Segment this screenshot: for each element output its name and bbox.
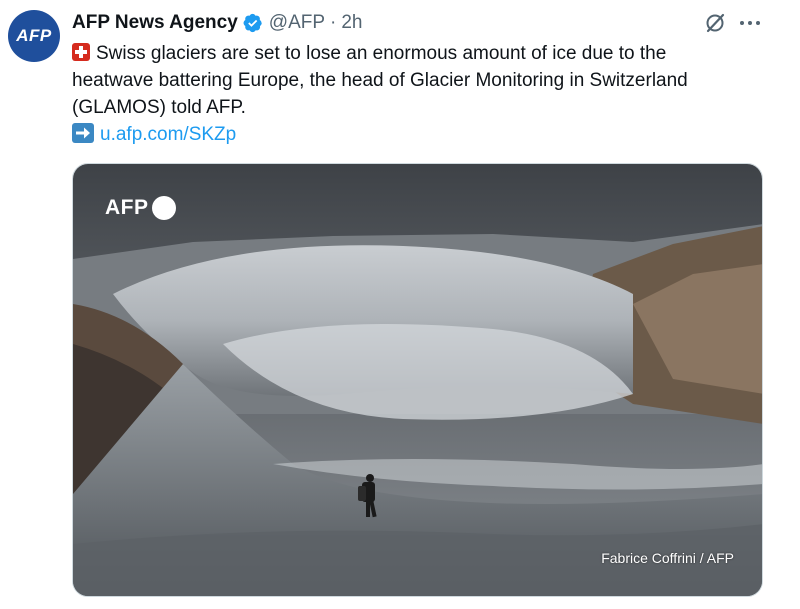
glacier-photo	[73, 164, 762, 596]
watermark-dot-icon	[151, 196, 176, 220]
separator-dot: ·	[330, 12, 337, 33]
tweet-link[interactable]: u.afp.com/SKZp	[100, 124, 236, 145]
author-handle[interactable]: @AFP	[269, 10, 325, 36]
tweet-text-line-3: (GLAMOS) told AFP.	[72, 97, 246, 118]
grok-icon[interactable]	[704, 12, 726, 34]
afp-watermark-logo: AFP	[105, 196, 176, 220]
photo-credit: Fabrice Coffrini / AFP	[601, 550, 734, 566]
tweet-text-line-1-content: Swiss glaciers are set to lose an enormo…	[96, 43, 667, 64]
tweet-link-line: u.afp.com/SKZp	[72, 121, 772, 148]
watermark-text: AFP	[105, 196, 149, 219]
tweet-media-image[interactable]: AFP Fabrice Coffrini / AFP	[72, 163, 763, 597]
tweet-text-line-2: heatwave battering Europe, the head of G…	[72, 70, 688, 91]
avatar-logo-text: AFP	[16, 26, 52, 45]
timestamp[interactable]: 2h	[341, 10, 362, 36]
right-arrow-icon	[72, 123, 94, 143]
tweet-header: AFP News Agency @AFP · 2h	[72, 10, 760, 36]
swiss-flag-icon	[72, 43, 90, 61]
avatar[interactable]: AFP	[8, 10, 60, 62]
tweet-text-line-1: Swiss glaciers are set to lose an enormo…	[72, 40, 772, 67]
author-display-name[interactable]: AFP News Agency	[72, 10, 238, 36]
more-options-icon[interactable]	[738, 14, 762, 32]
tweet-text: Swiss glaciers are set to lose an enormo…	[72, 40, 772, 148]
verified-badge-icon[interactable]	[243, 13, 263, 33]
